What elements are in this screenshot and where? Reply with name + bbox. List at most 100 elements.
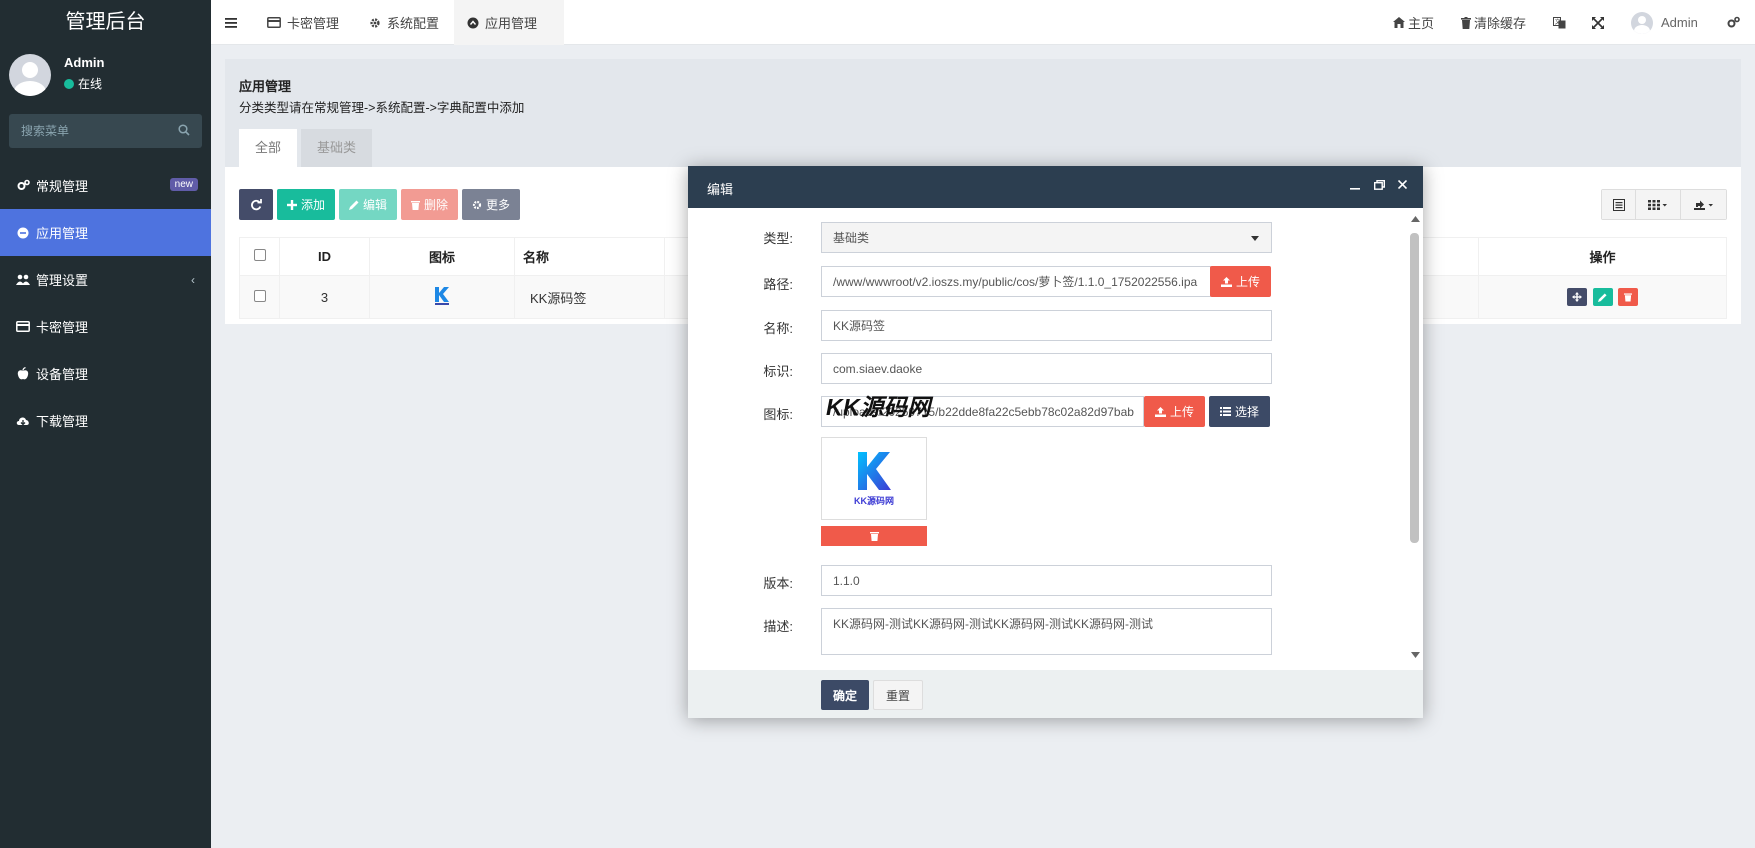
settings-button[interactable]	[1727, 0, 1740, 45]
row-id: 3	[279, 275, 370, 319]
sidebar-item-general[interactable]: 常规管理 new	[0, 162, 211, 209]
sidebar-menu: 常规管理 new 应用管理 管理设置 ‹ 卡密管理 设备管理 下载管理	[0, 162, 211, 444]
type-select[interactable]: 基础类	[821, 222, 1272, 253]
edit-button[interactable]: 编辑	[339, 189, 398, 220]
path-input[interactable]: /www/wwwroot/v2.ioszs.my/public/cos/萝卜签/…	[821, 266, 1211, 297]
home-link[interactable]: 主页	[1393, 0, 1434, 45]
clear-cache-button[interactable]: 清除缓存	[1461, 0, 1526, 45]
gear-icon	[472, 200, 482, 210]
select-all-cell	[239, 237, 280, 276]
icon-preview-caption: KK源码网	[854, 496, 894, 506]
modal-scrollbar[interactable]	[1407, 208, 1423, 670]
modal-footer: 确定 重置	[688, 670, 1423, 718]
list-icon	[1612, 198, 1625, 211]
clear-cache-label: 清除缓存	[1474, 16, 1527, 31]
name-label: 名称:	[763, 321, 793, 336]
bundle-id-input[interactable]: com.siaev.daoke	[821, 353, 1272, 384]
icon-preview[interactable]: KK源码网	[821, 437, 927, 520]
cloud-download-icon	[16, 414, 30, 428]
maximize-button[interactable]	[1374, 180, 1385, 190]
add-button[interactable]: 添加	[277, 189, 336, 220]
description-textarea[interactable]: KK源码网-测试KK源码网-测试KK源码网-测试KK源码网-测试	[821, 608, 1272, 655]
col-id[interactable]: ID	[279, 237, 370, 276]
user-menu[interactable]: Admin	[1631, 0, 1698, 45]
drag-sort-button[interactable]	[1566, 287, 1587, 306]
app-logo-icon[interactable]	[434, 286, 450, 306]
remove-icon-button[interactable]	[821, 526, 927, 546]
circle-icon	[16, 226, 30, 240]
tab-basic[interactable]: 基础类	[301, 129, 373, 167]
user-name: Admin	[1661, 15, 1698, 30]
menu-search-input[interactable]	[9, 114, 169, 148]
sidebar-item-label: 卡密管理	[36, 320, 89, 335]
sidebar-item-label: 下载管理	[36, 414, 89, 429]
version-input[interactable]: 1.1.0	[821, 565, 1272, 596]
edit-modal: 编辑 类型: 基础类 路径: /www/wwwroot/v2.ioszs.my/…	[688, 166, 1423, 718]
home-icon	[1393, 17, 1405, 28]
avatar	[9, 54, 51, 96]
sidebar-toggle-button[interactable]	[225, 0, 237, 45]
choose-icon-button[interactable]: 选择	[1209, 396, 1271, 427]
tab-app-management[interactable]: 应用管理	[454, 0, 564, 45]
refresh-icon	[251, 198, 262, 210]
sidebar-item-apps[interactable]: 应用管理	[0, 209, 211, 256]
scroll-down-icon[interactable]	[1411, 652, 1420, 658]
tab-all[interactable]: 全部	[239, 129, 298, 167]
user-status: 在线	[64, 75, 102, 92]
trash-icon	[869, 532, 879, 541]
name-input[interactable]: KK源码签	[821, 310, 1272, 341]
col-operations: 操作	[1478, 237, 1727, 276]
columns-button[interactable]	[1636, 190, 1681, 219]
page-title: 应用管理	[239, 79, 292, 94]
fullscreen-button[interactable]	[1592, 0, 1604, 45]
row-select-cell	[239, 275, 280, 319]
scrollbar-thumb[interactable]	[1410, 233, 1419, 543]
type-value: 基础类	[833, 231, 870, 245]
credit-card-icon	[16, 320, 30, 334]
refresh-button[interactable]	[239, 189, 273, 220]
panel-heading: 应用管理 分类类型请在常规管理->系统配置->字典配置中添加 全部 基础类	[225, 59, 1741, 167]
circle-icon	[467, 17, 479, 29]
edit-label: 编辑	[363, 198, 388, 212]
reset-button[interactable]: 重置	[873, 680, 924, 710]
sidebar-item-label: 应用管理	[36, 226, 89, 241]
sidebar-item-admin-settings[interactable]: 管理设置 ‹	[0, 256, 211, 303]
icon-label: 图标:	[763, 407, 793, 422]
sidebar-item-devices[interactable]: 设备管理	[0, 350, 211, 397]
tab-system-config[interactable]: 系统配置	[369, 0, 439, 45]
more-label: 更多	[486, 198, 511, 212]
more-button[interactable]: 更多	[462, 189, 521, 220]
confirm-button[interactable]: 确定	[821, 680, 870, 710]
users-icon	[16, 273, 30, 287]
sidebar-item-card-keys[interactable]: 卡密管理	[0, 303, 211, 350]
row-delete-button[interactable]	[1618, 287, 1639, 306]
choose-label: 选择	[1235, 405, 1260, 419]
close-button[interactable]	[1398, 180, 1407, 189]
row-edit-button[interactable]	[1592, 288, 1613, 307]
minimize-button[interactable]	[1350, 180, 1360, 190]
description-label: 描述:	[763, 619, 793, 634]
delete-button[interactable]: 删除	[401, 189, 459, 220]
scroll-up-icon[interactable]	[1411, 216, 1420, 222]
sidebar-item-label: 常规管理	[36, 179, 89, 194]
search-icon[interactable]	[178, 124, 190, 136]
top-navbar: 卡密管理 系统配置 应用管理 主页 清除缓存 文 Admin	[211, 0, 1755, 45]
row-checkbox[interactable]	[253, 289, 266, 302]
translate-button[interactable]: 文	[1553, 0, 1566, 45]
export-button[interactable]	[1681, 190, 1726, 219]
tab-card-keys[interactable]: 卡密管理	[267, 0, 339, 45]
add-label: 添加	[301, 198, 326, 212]
kk-logo-image	[858, 452, 891, 490]
toggle-view-button[interactable]	[1602, 190, 1636, 219]
upload-icon	[1155, 406, 1166, 417]
restore-icon	[1374, 180, 1385, 190]
upload-file-button[interactable]: 上传	[1210, 266, 1272, 297]
sidebar-item-downloads[interactable]: 下载管理	[0, 397, 211, 444]
caret-down-icon	[1251, 236, 1259, 241]
app-logo[interactable]: 管理后台	[0, 0, 211, 45]
delete-label: 删除	[424, 198, 449, 212]
upload-icon-button[interactable]: 上传	[1144, 396, 1206, 427]
version-label: 版本:	[763, 576, 793, 591]
select-all-checkbox[interactable]	[253, 249, 266, 261]
pencil-icon	[349, 200, 359, 210]
